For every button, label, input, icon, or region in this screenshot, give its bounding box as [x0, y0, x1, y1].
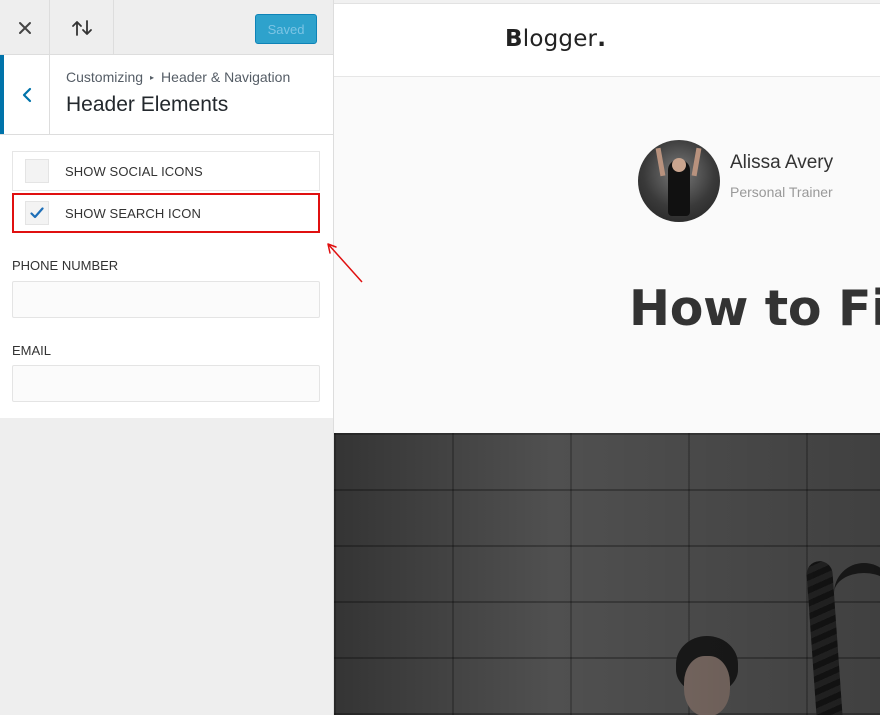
customizer-toolbar: Saved	[0, 0, 333, 55]
phone-number-input[interactable]	[12, 281, 320, 318]
section-header: Customizing ▸ Header & Navigation Header…	[0, 55, 333, 135]
author-name[interactable]: Alissa Avery	[730, 152, 833, 174]
breadcrumb-parent: Header & Navigation	[161, 69, 291, 85]
author-avatar	[638, 140, 720, 222]
controls-panel: SHOW SOCIAL ICONS SHOW SEARCH ICON PHONE…	[0, 135, 333, 418]
author-role: Personal Trainer	[730, 184, 833, 200]
logo-text: logger	[522, 26, 598, 52]
post-title[interactable]: How to Find	[629, 280, 880, 337]
show-social-icons-option[interactable]: SHOW SOCIAL ICONS	[12, 151, 320, 191]
email-label: EMAIL	[12, 343, 52, 358]
chevron-left-icon	[22, 87, 31, 102]
reorder-button[interactable]	[50, 0, 114, 55]
email-input[interactable]	[12, 365, 320, 402]
logo-dot: .	[597, 26, 607, 52]
reorder-arrows-icon	[71, 19, 92, 36]
save-button[interactable]: Saved	[255, 14, 317, 44]
show-search-icon-label: SHOW SEARCH ICON	[65, 205, 201, 221]
show-search-icon-checkbox[interactable]	[25, 201, 49, 225]
close-button[interactable]	[0, 0, 50, 55]
breadcrumb-separator-icon: ▸	[150, 72, 155, 82]
back-button[interactable]	[0, 55, 50, 134]
site-logo[interactable]: Blogger.	[505, 26, 606, 52]
show-social-icons-checkbox[interactable]	[25, 159, 49, 183]
breadcrumb: Customizing ▸ Header & Navigation	[66, 69, 290, 85]
site-preview: Blogger. Alissa Avery Personal Trainer H…	[334, 0, 880, 715]
breadcrumb-root: Customizing	[66, 69, 144, 85]
section-title: Header Elements	[66, 93, 229, 116]
close-icon	[18, 21, 31, 34]
customizer-sidebar: Saved Customizing ▸ Header & Navigation …	[0, 0, 334, 715]
phone-number-label: PHONE NUMBER	[12, 258, 119, 273]
show-social-icons-label: SHOW SOCIAL ICONS	[65, 163, 203, 179]
logo-initial: B	[505, 26, 523, 52]
site-header: Blogger.	[334, 4, 880, 77]
screen: Saved Customizing ▸ Header & Navigation …	[0, 0, 880, 715]
annotation-arrow-icon	[327, 243, 363, 283]
featured-image	[334, 433, 880, 715]
show-search-icon-option[interactable]: SHOW SEARCH ICON	[12, 193, 320, 233]
checkmark-icon	[30, 207, 44, 219]
